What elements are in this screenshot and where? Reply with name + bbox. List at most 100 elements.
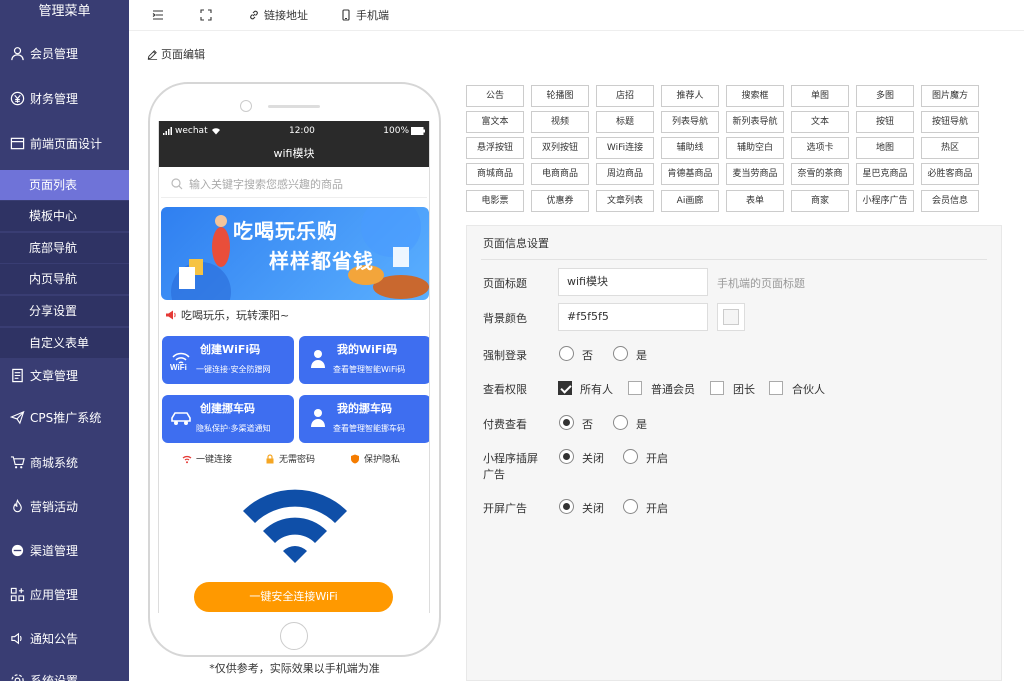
component-button[interactable]: 按钮导航: [921, 111, 979, 133]
sidebar-item-apps[interactable]: 应用管理: [0, 576, 129, 612]
component-button[interactable]: 轮播图: [531, 85, 589, 107]
component-button[interactable]: 辅助空白: [726, 137, 784, 159]
interstitial-off-radio[interactable]: [559, 449, 574, 464]
component-button[interactable]: 会员信息: [921, 190, 979, 212]
component-button[interactable]: 双列按钮: [531, 137, 589, 159]
battery-text: 100%: [383, 125, 409, 136]
sidebar-sub-custom-form[interactable]: 自定义表单: [0, 328, 129, 358]
sidebar-sub-template-center[interactable]: 模板中心: [0, 201, 129, 231]
sidebar-item-mall[interactable]: 商城系统: [0, 444, 129, 480]
sidebar-sub-page-list[interactable]: 页面列表: [0, 170, 129, 200]
component-button[interactable]: 星巴克商品: [856, 163, 914, 185]
create-parking-card[interactable]: 创建挪车码 隐私保护·多渠道通知: [162, 395, 294, 443]
component-button[interactable]: 小程序广告: [856, 190, 914, 212]
page-title-input[interactable]: wifi模块: [558, 268, 708, 296]
mobile-label: 手机端: [356, 9, 389, 22]
sidebar-item-label: 应用管理: [30, 587, 79, 602]
color-picker-button[interactable]: [717, 303, 745, 331]
my-parking-card[interactable]: 我的挪车码 查看管理智能挪车码: [299, 395, 429, 443]
sidebar-item-channels[interactable]: 渠道管理: [0, 532, 129, 568]
component-button[interactable]: WiFi连接: [596, 137, 654, 159]
sidebar-item-finance[interactable]: 财务管理: [0, 80, 129, 116]
svg-text:WiFi: WiFi: [170, 363, 187, 370]
component-button[interactable]: 搜索框: [726, 85, 784, 107]
sidebar-item-settings[interactable]: 系统设置: [0, 662, 129, 698]
apps-icon: [10, 587, 25, 602]
connect-wifi-button[interactable]: 一键安全连接WiFi: [194, 582, 393, 612]
component-button[interactable]: 新列表导航: [726, 111, 784, 133]
preview-note: *仅供参考，实际效果以手机端为准: [209, 662, 380, 675]
sidebar-item-label: 系统设置: [30, 673, 79, 688]
component-button[interactable]: 视频: [531, 111, 589, 133]
component-button[interactable]: 多图: [856, 85, 914, 107]
sidebar-item-members[interactable]: 会员管理: [0, 35, 129, 71]
settings-icon: [10, 673, 25, 688]
component-button[interactable]: 电影票: [466, 190, 524, 212]
paid-view-label: 付费查看: [483, 418, 527, 431]
component-button[interactable]: 列表导航: [661, 111, 719, 133]
component-button[interactable]: 必胜客商品: [921, 163, 979, 185]
force-login-yes-radio[interactable]: [613, 346, 628, 361]
user-icon: [10, 46, 25, 61]
fire-icon: [10, 498, 25, 514]
fullscreen-button[interactable]: [200, 9, 216, 21]
sidebar-item-marketing[interactable]: 营销活动: [0, 488, 129, 524]
component-button[interactable]: 公告: [466, 85, 524, 107]
perm-all-checkbox[interactable]: [558, 381, 572, 395]
sidebar-item-notices[interactable]: 通知公告: [0, 620, 129, 656]
component-button[interactable]: 奈雪的茶商: [791, 163, 849, 185]
component-button[interactable]: 优惠券: [531, 190, 589, 212]
sidebar-item-label: 前端页面设计: [30, 136, 103, 151]
splash-off-radio[interactable]: [559, 499, 574, 514]
component-button[interactable]: 商城商品: [466, 163, 524, 185]
sidebar-sub-share-settings[interactable]: 分享设置: [0, 296, 129, 326]
component-button[interactable]: 文本: [791, 111, 849, 133]
component-button[interactable]: Ai画廊: [661, 190, 719, 212]
link-address-button[interactable]: 链接地址: [248, 7, 308, 23]
component-button[interactable]: 电商商品: [531, 163, 589, 185]
mobile-button[interactable]: 手机端: [340, 7, 389, 23]
view-permission-label: 查看权限: [483, 383, 527, 396]
component-button[interactable]: 热区: [921, 137, 979, 159]
phone-search-bar[interactable]: 输入关键字搜索您感兴趣的商品: [161, 170, 427, 198]
sidebar-item-label: 渠道管理: [30, 543, 79, 558]
force-login-no-radio[interactable]: [559, 346, 574, 361]
component-button[interactable]: 辅助线: [661, 137, 719, 159]
interstitial-on-label: 开启: [646, 452, 668, 465]
component-button[interactable]: 店招: [596, 85, 654, 107]
component-button[interactable]: 选项卡: [791, 137, 849, 159]
paid-view-yes-radio[interactable]: [613, 415, 628, 430]
component-button[interactable]: 标题: [596, 111, 654, 133]
component-button[interactable]: 文章列表: [596, 190, 654, 212]
component-button[interactable]: 单图: [791, 85, 849, 107]
component-button[interactable]: 麦当劳商品: [726, 163, 784, 185]
component-button[interactable]: 肯德基商品: [661, 163, 719, 185]
component-button[interactable]: 商家: [791, 190, 849, 212]
banner-line-2: 样样都省钱: [269, 249, 374, 273]
component-button[interactable]: 周边商品: [596, 163, 654, 185]
component-button[interactable]: 推荐人: [661, 85, 719, 107]
create-wifi-card[interactable]: WiFi 创建WiFi码 一键连接·安全防蹭网: [162, 336, 294, 384]
perm-leader-checkbox[interactable]: [710, 381, 724, 395]
component-button[interactable]: 悬浮按钮: [466, 137, 524, 159]
component-button[interactable]: 图片魔方: [921, 85, 979, 107]
splash-on-radio[interactable]: [623, 499, 638, 514]
perm-partner-checkbox[interactable]: [769, 381, 783, 395]
my-wifi-card[interactable]: 我的WiFi码 查看管理智能WiFi码: [299, 336, 429, 384]
perm-member-checkbox[interactable]: [628, 381, 642, 395]
bg-color-input[interactable]: #f5f5f5: [558, 303, 708, 331]
component-button[interactable]: 按钮: [856, 111, 914, 133]
interstitial-on-radio[interactable]: [623, 449, 638, 464]
promo-banner[interactable]: 吃喝玩乐购 样样都省钱: [161, 207, 429, 300]
component-button[interactable]: 地图: [856, 137, 914, 159]
component-button[interactable]: 表单: [726, 190, 784, 212]
feature-no-password: 无需密码: [265, 452, 315, 465]
sidebar-sub-bottom-nav[interactable]: 底部导航: [0, 233, 129, 263]
sidebar-item-articles[interactable]: 文章管理: [0, 357, 129, 393]
sidebar-sub-inner-nav[interactable]: 内页导航: [0, 264, 129, 294]
component-button[interactable]: 富文本: [466, 111, 524, 133]
paid-view-no-radio[interactable]: [559, 415, 574, 430]
sidebar-item-frontend-design[interactable]: 前端页面设计: [0, 125, 129, 161]
menu-toggle-button[interactable]: [152, 9, 168, 21]
sidebar-item-cps[interactable]: CPS推广系统: [0, 399, 129, 435]
